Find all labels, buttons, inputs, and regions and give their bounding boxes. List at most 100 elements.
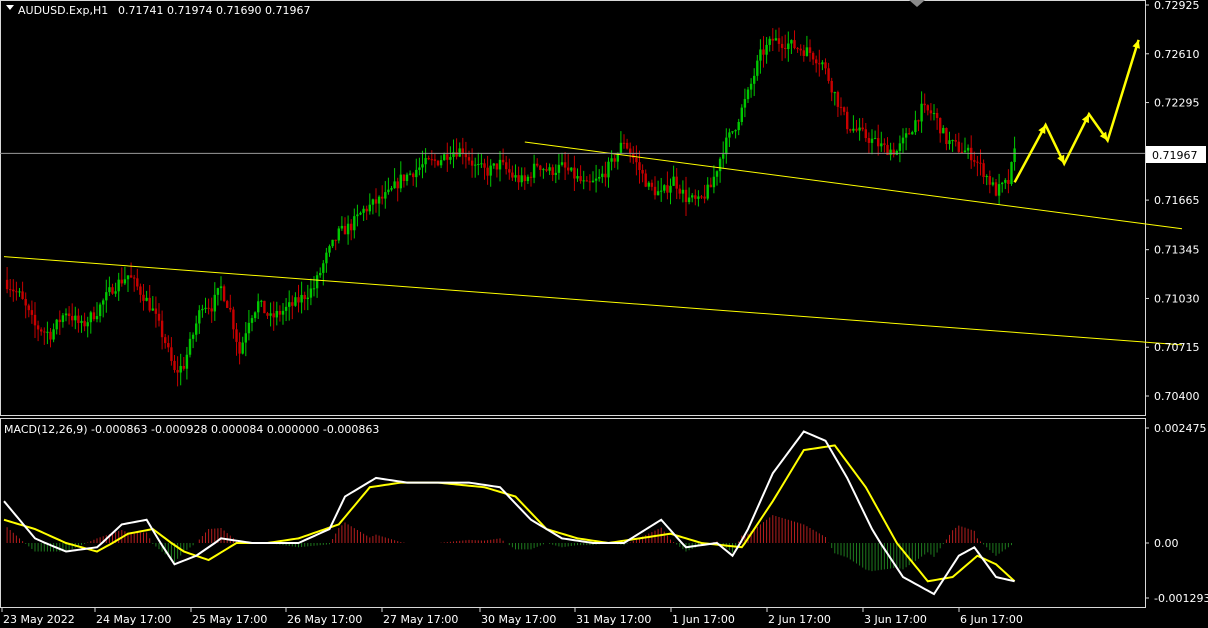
candle-body	[424, 157, 427, 165]
candle-body	[266, 313, 269, 316]
candle-body	[58, 319, 61, 323]
time-tick-label: 27 May 17:00	[383, 613, 458, 626]
candle-body	[173, 360, 176, 370]
price-axis[interactable]: 0.72925 0.72610 0.72295 0.71665 0.71345 0.710…	[1145, 0, 1200, 403]
candle-body	[55, 319, 58, 330]
candle-body	[281, 310, 285, 315]
candle-body	[33, 314, 37, 326]
time-tick-label: 30 May 17:00	[481, 613, 556, 626]
candle-body	[873, 138, 877, 140]
candle-body	[973, 160, 976, 162]
candle-body	[412, 173, 415, 178]
time-tick-label: 1 Jun 17:00	[672, 613, 735, 626]
candle-body	[725, 137, 728, 155]
candle-body	[582, 180, 585, 182]
candle-body	[526, 176, 530, 182]
candle-body	[449, 156, 452, 160]
candle-body	[508, 169, 511, 173]
candle-body	[545, 169, 548, 171]
candle-body	[929, 110, 933, 114]
candle-body	[176, 369, 179, 373]
candle-body	[52, 329, 55, 340]
candle-body	[477, 164, 480, 166]
candle-body	[982, 163, 985, 178]
candle-body	[966, 147, 970, 151]
candle-body	[222, 286, 226, 302]
candle-body	[325, 252, 328, 264]
candle-body	[588, 181, 592, 183]
candle-body	[24, 298, 27, 306]
candle-body	[672, 176, 675, 186]
chart-background	[0, 0, 1208, 628]
candle-body	[762, 49, 765, 55]
candle-body	[446, 154, 449, 160]
candle-body	[883, 143, 886, 145]
candle-body	[557, 164, 561, 173]
candle-body	[836, 92, 840, 107]
candle-body	[480, 163, 483, 165]
candle-body	[901, 137, 905, 144]
time-tick-label: 24 May 17:00	[96, 613, 171, 626]
candle-body	[861, 127, 864, 130]
candle-body	[486, 167, 489, 176]
candle-body	[36, 325, 40, 330]
candle-body	[5, 279, 9, 290]
candle-body	[247, 322, 251, 334]
candle-body	[210, 308, 213, 312]
candle-body	[830, 80, 833, 93]
candle-body	[511, 172, 514, 178]
macd-tick-label: -0.001293	[1154, 592, 1208, 605]
candle-body	[123, 279, 127, 284]
candle-body	[164, 337, 167, 344]
candle-body	[67, 313, 71, 317]
candle-body	[49, 331, 52, 340]
candle-body	[576, 176, 579, 179]
candle-body	[529, 176, 533, 178]
candle-body	[483, 163, 486, 168]
candle-body	[89, 312, 92, 323]
candle-body	[824, 62, 827, 69]
candle-body	[681, 189, 685, 194]
candle-body	[12, 289, 15, 292]
candle-body	[198, 310, 201, 324]
candle-body	[501, 159, 505, 163]
candle-body	[306, 297, 309, 299]
candle-body	[536, 163, 539, 166]
candle-body	[136, 278, 139, 287]
candle-body	[455, 152, 458, 157]
candle-body	[470, 160, 474, 166]
candle-body	[235, 329, 238, 342]
candle-body	[715, 171, 719, 177]
candle-body	[523, 175, 526, 182]
candle-body	[160, 320, 164, 338]
candle-body	[402, 174, 406, 182]
candle-body	[350, 223, 353, 231]
candle-body	[188, 338, 192, 355]
candle-body	[356, 214, 359, 217]
candle-body	[827, 68, 830, 81]
candle-body	[560, 162, 564, 165]
chart-window[interactable]: AUDUSD.Exp,H1 0.71741 0.71974 0.71690 0.…	[0, 0, 1208, 628]
candle-body	[604, 173, 607, 178]
candle-body	[619, 142, 623, 153]
candle-body	[30, 310, 34, 315]
candle-body	[216, 288, 220, 295]
candle-body	[653, 186, 657, 196]
candle-body	[430, 159, 433, 161]
candle-body	[1007, 179, 1010, 185]
candle-body	[191, 334, 195, 339]
candle-body	[272, 313, 275, 318]
candle-body	[278, 310, 282, 315]
candle-body	[976, 161, 979, 163]
candle-body	[133, 277, 136, 279]
candle-body	[359, 212, 362, 215]
candle-body	[737, 121, 740, 131]
candle-body	[855, 128, 858, 131]
candle-body	[489, 165, 492, 176]
candle-body	[911, 132, 914, 135]
candle-body	[790, 40, 793, 44]
candle-body	[43, 331, 46, 333]
candle-body	[656, 191, 660, 196]
candle-body	[275, 310, 278, 318]
candle-body	[756, 60, 759, 76]
